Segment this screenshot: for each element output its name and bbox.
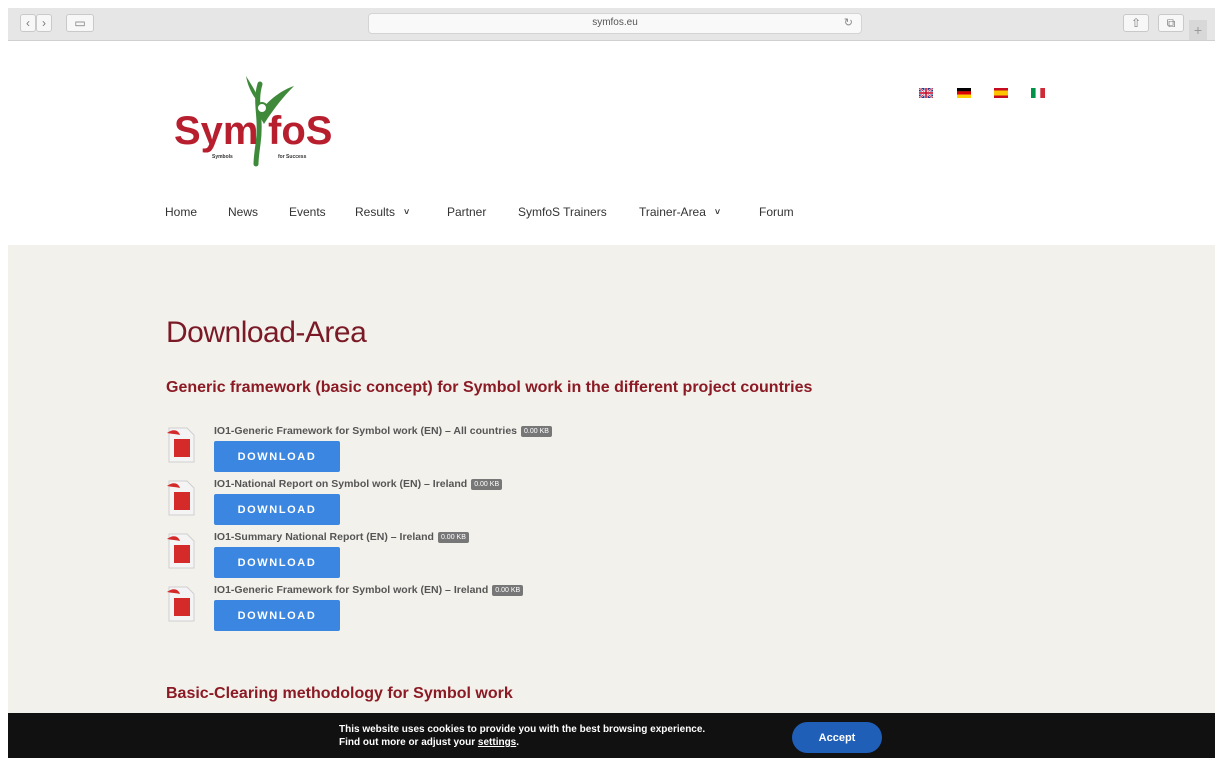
- nav-item-results[interactable]: Results ˅: [355, 205, 409, 219]
- download-item: IO1-Generic Framework for Symbol work (E…: [166, 584, 666, 636]
- forward-button[interactable]: ›: [36, 14, 52, 32]
- file-size-badge: 0.00 KB: [492, 584, 524, 596]
- browser-toolbar: ‹ › ▭ symfos.eu ↻ ⇧ ⧉: [8, 8, 1215, 41]
- logo-tag-success: for Success: [278, 154, 307, 160]
- browser-window: ‹ › ▭ symfos.eu ↻ ⇧ ⧉ + Sym foS Symbols …: [8, 8, 1215, 758]
- forward-icon: ›: [42, 16, 46, 30]
- pdf-icon: [167, 427, 195, 463]
- nav-item-home[interactable]: Home: [165, 205, 197, 219]
- nav-label: Events: [289, 205, 326, 219]
- cookie-line-2-suffix: .: [516, 737, 520, 748]
- share-icon: ⇧: [1130, 16, 1142, 30]
- nav-label: Partner: [447, 205, 487, 219]
- nav-label: Results: [355, 205, 396, 219]
- chevron-down-icon: ˅: [714, 207, 721, 217]
- cookie-banner: This website uses cookies to provide you…: [8, 713, 1215, 758]
- download-title[interactable]: IO1-National Report on Symbol work (EN) …: [214, 478, 503, 490]
- section-title: Basic-Clearing methodology for Symbol wo…: [166, 685, 513, 702]
- nav-label: SymfoS Trainers: [518, 205, 607, 219]
- logo-text-sym: Sym: [174, 109, 259, 153]
- main-content: Download-Area Generic framework (basic c…: [8, 245, 1215, 758]
- nav-item-partner[interactable]: Partner: [447, 205, 486, 219]
- download-item: IO1-National Report on Symbol work (EN) …: [166, 478, 666, 530]
- cookie-message: This website uses cookies to provide you…: [339, 723, 705, 749]
- cookie-line-2-text: Find out more or adjust your: [339, 737, 478, 748]
- main-nav: Home News Events Results ˅ Partner SymfoS…: [8, 205, 1215, 237]
- flag-en-icon[interactable]: [919, 88, 933, 98]
- reload-icon[interactable]: ↻: [844, 16, 853, 29]
- url-text: symfos.eu: [592, 17, 638, 28]
- new-tab-button[interactable]: +: [1189, 20, 1207, 40]
- pdf-icon: [167, 533, 195, 569]
- address-bar[interactable]: symfos.eu ↻: [368, 13, 862, 34]
- pdf-icon: [167, 480, 195, 516]
- settings-link[interactable]: settings: [478, 737, 516, 748]
- plus-icon: +: [1193, 22, 1203, 38]
- nav-label: Trainer-Area: [639, 205, 706, 219]
- chevron-down-icon: ˅: [404, 207, 410, 217]
- tabs-button[interactable]: ⧉: [1158, 14, 1184, 32]
- nav-item-news[interactable]: News: [228, 205, 258, 219]
- cookie-line-1: This website uses cookies to provide you…: [339, 724, 706, 735]
- pdf-icon: [167, 586, 195, 622]
- download-title-text: IO1-National Report on Symbol work (EN) …: [214, 478, 468, 490]
- file-size-badge: 0.00 KB: [437, 531, 469, 543]
- back-icon: ‹: [26, 16, 30, 30]
- download-title[interactable]: IO1-Summary National Report (EN) – Irela…: [214, 531, 469, 543]
- flag-de-icon[interactable]: [957, 88, 971, 98]
- file-size-badge: 0.00 KB: [471, 478, 503, 490]
- tabs-icon: ⧉: [1166, 15, 1176, 30]
- logo-text-fos: foS: [268, 109, 332, 153]
- nav-label: Home: [165, 205, 198, 219]
- nav-label: Forum: [759, 205, 794, 219]
- logo-graphic: Sym foS Symbols for Success: [174, 76, 332, 167]
- site-logo[interactable]: Sym foS Symbols for Success: [174, 74, 354, 174]
- flag-es-icon[interactable]: [994, 88, 1008, 98]
- screen: ‹ › ▭ symfos.eu ↻ ⇧ ⧉ + Sym foS Symbols …: [0, 0, 1217, 758]
- download-button[interactable]: DOWNLOAD: [214, 547, 340, 578]
- nav-item-events[interactable]: Events: [289, 205, 326, 219]
- download-button[interactable]: DOWNLOAD: [214, 494, 340, 525]
- download-button[interactable]: DOWNLOAD: [214, 441, 340, 472]
- flag-it-icon[interactable]: [1031, 88, 1045, 98]
- download-item: IO1-Summary National Report (EN) – Irela…: [166, 531, 666, 583]
- section-title: Generic framework (basic concept) for Sy…: [166, 379, 813, 396]
- download-title-text: IO1-Generic Framework for Symbol work (E…: [214, 584, 489, 596]
- nav-label: News: [228, 205, 259, 219]
- file-size-badge: 0.00 KB: [521, 425, 552, 437]
- nav-item-forum[interactable]: Forum: [759, 205, 794, 219]
- download-title-text: IO1-Generic Framework for Symbol work (E…: [214, 425, 518, 437]
- download-button[interactable]: DOWNLOAD: [214, 600, 340, 631]
- download-title[interactable]: IO1-Generic Framework for Symbol work (E…: [214, 584, 524, 596]
- download-title-text: IO1-Summary National Report (EN) – Irela…: [214, 531, 434, 543]
- download-title[interactable]: IO1-Generic Framework for Symbol work (E…: [214, 425, 552, 437]
- nav-item-trainer-area[interactable]: Trainer-Area ˅: [639, 205, 720, 219]
- share-button[interactable]: ⇧: [1123, 14, 1149, 32]
- accept-button[interactable]: Accept: [792, 722, 882, 753]
- sidebar-icon: ▭: [74, 16, 86, 30]
- logo-tag-symbols: Symbols: [212, 154, 233, 160]
- sidebar-button[interactable]: ▭: [66, 14, 94, 32]
- cookie-line-2: Find out more or adjust your settings.: [339, 736, 705, 749]
- back-button[interactable]: ‹: [20, 14, 36, 32]
- download-item: IO1-Generic Framework for Symbol work (E…: [166, 425, 666, 477]
- page-title: Download-Area: [166, 316, 367, 349]
- nav-item-symfos-trainers[interactable]: SymfoS Trainers: [518, 205, 607, 219]
